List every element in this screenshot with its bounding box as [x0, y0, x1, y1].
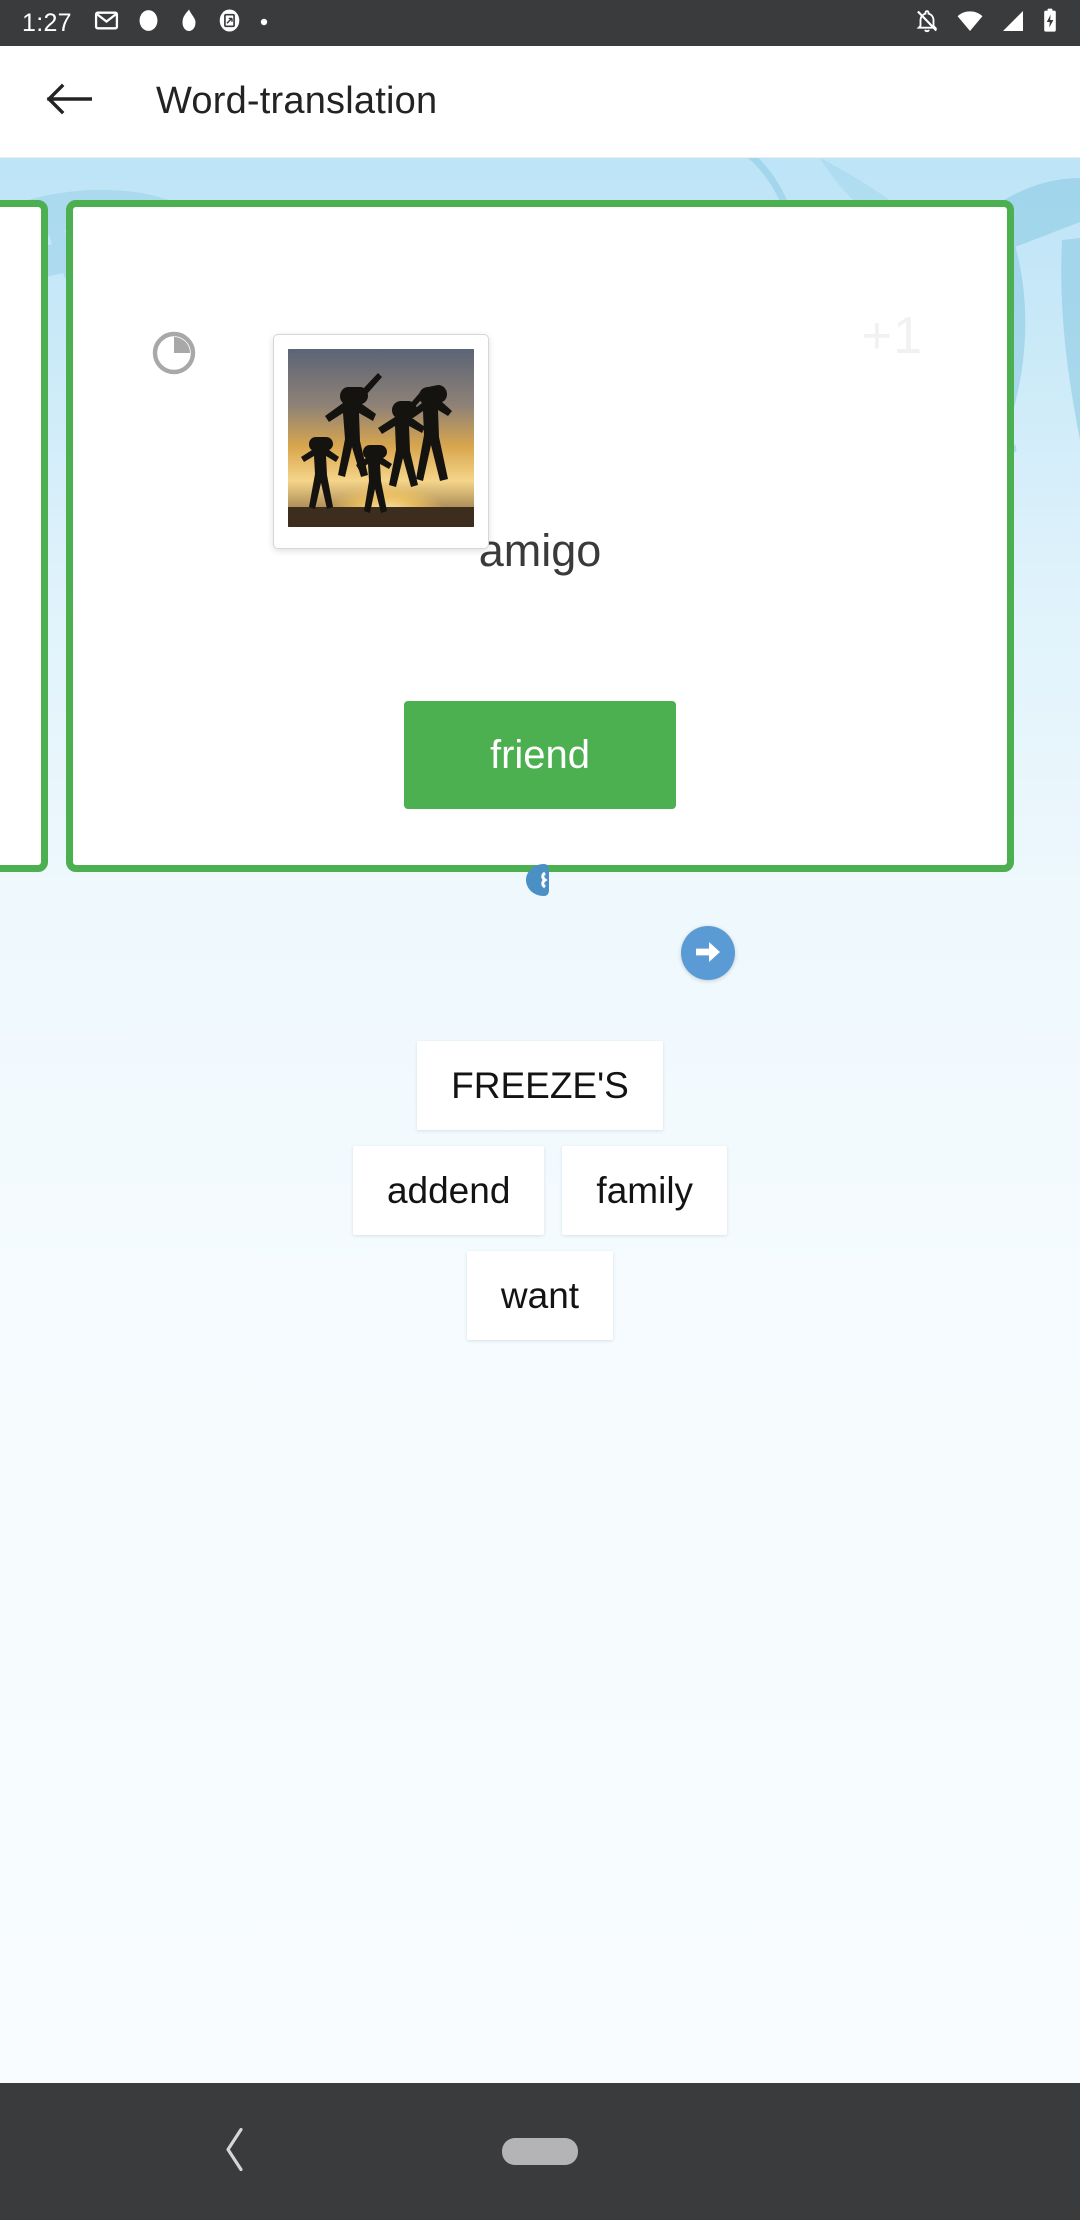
answer-button[interactable]: friend [404, 701, 676, 809]
android-nav-bar [0, 2083, 1080, 2220]
status-bar-system-icons [914, 8, 1058, 39]
flashcard[interactable]: +1 amigo friend [66, 200, 1014, 896]
next-button[interactable] [681, 926, 735, 980]
score-badge: +1 [861, 307, 923, 365]
option-chip[interactable]: addend [352, 1146, 545, 1235]
wifi-icon [956, 9, 984, 38]
pie-timer-icon [151, 330, 197, 381]
home-pill-handle[interactable] [502, 2138, 578, 2165]
back-button[interactable] [36, 69, 102, 135]
battery-charging-icon [1042, 8, 1058, 39]
option-row: FREEZE'S [0, 1035, 1080, 1136]
app-bar: Word-translation [0, 46, 1080, 158]
nav-back-button[interactable] [222, 2126, 248, 2177]
circle-dot-icon [136, 8, 161, 38]
option-chip[interactable]: FREEZE'S [417, 1041, 663, 1130]
arrow-right-icon [694, 939, 722, 968]
back-arrow-icon [46, 80, 93, 123]
status-bar: 1:27 [0, 0, 1080, 46]
answer-options: FREEZE'S addend family want [0, 1035, 1080, 1350]
screenshot-icon [217, 8, 242, 38]
notifications-off-icon [914, 8, 940, 39]
speaker-icon [520, 861, 560, 902]
page-title: Word-translation [156, 80, 438, 122]
previous-card[interactable] [0, 200, 48, 872]
small-dot-icon [259, 14, 269, 32]
status-bar-notification-icons [94, 8, 269, 38]
flame-icon [178, 8, 200, 38]
option-row: want [0, 1245, 1080, 1346]
option-chip[interactable]: want [466, 1251, 614, 1340]
option-row: addend family [0, 1140, 1080, 1241]
flashcard-carousel: +1 amigo friend [0, 158, 1080, 948]
cellular-signal-icon [1000, 9, 1026, 38]
gmail-icon [94, 8, 119, 38]
option-chip[interactable]: family [562, 1146, 728, 1235]
nav-back-chevron-icon [222, 2127, 248, 2176]
status-bar-clock: 1:27 [22, 8, 72, 37]
speaker-button[interactable] [507, 851, 573, 911]
prompt-word: amigo [478, 525, 602, 576]
word-image [288, 349, 474, 527]
app-screen: 1:27 Word-translation +1 amigo friend FR… [0, 0, 1080, 2220]
word-image-card[interactable] [273, 334, 489, 549]
